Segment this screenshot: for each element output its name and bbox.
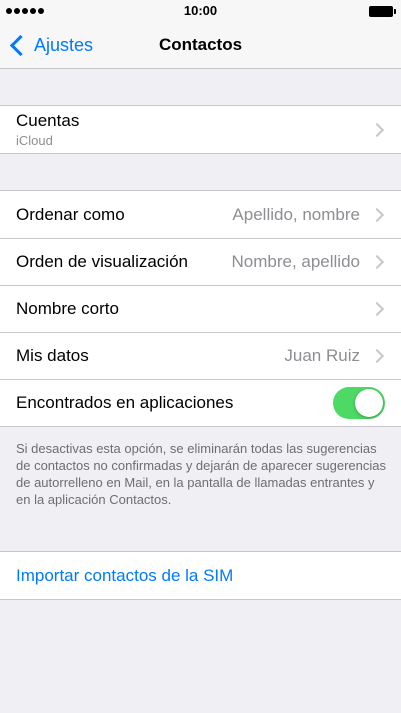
footer-note: Si desactivas esta opción, se eliminarán… [16, 441, 386, 507]
settings-group: Ordenar como Apellido, nombre Orden de v… [0, 190, 401, 427]
status-time: 10:00 [183, 3, 218, 18]
page-title: Contactos [158, 35, 243, 54]
sort-order-row[interactable]: Ordenar como Apellido, nombre [0, 191, 401, 238]
accounts-subtitle: iCloud [16, 133, 53, 148]
import-group: Importar contactos de la SIM [0, 551, 401, 600]
found-in-apps-label: Encontrados en aplicaciones [16, 392, 234, 412]
short-name-label: Nombre corto [16, 298, 119, 318]
display-order-row[interactable]: Orden de visualización Nombre, apellido [0, 238, 401, 285]
display-order-label: Orden de visualización [16, 251, 188, 271]
import-sim-contacts-button[interactable]: Importar contactos de la SIM [0, 552, 401, 599]
found-in-apps-row: Encontrados en aplicaciones [0, 379, 401, 426]
sort-order-label: Ordenar como [16, 204, 125, 224]
accounts-group: Cuentas iCloud [0, 105, 401, 154]
chevron-right-icon [369, 254, 385, 269]
accounts-label: Cuentas [16, 111, 80, 130]
accounts-row[interactable]: Cuentas iCloud [0, 106, 401, 153]
my-info-value: Juan Ruiz [284, 345, 360, 365]
battery-icon [369, 6, 396, 17]
display-order-value: Nombre, apellido [231, 251, 360, 271]
chevron-right-icon [369, 301, 385, 316]
navigation-bar: Ajustes Contactos [0, 22, 401, 69]
toggle-knob [355, 388, 383, 417]
my-info-row[interactable]: Mis datos Juan Ruiz [0, 332, 401, 379]
short-name-row[interactable]: Nombre corto [0, 285, 401, 332]
chevron-right-icon [369, 122, 385, 137]
status-bar: 10:00 [0, 0, 401, 22]
chevron-right-icon [369, 207, 385, 222]
sort-order-value: Apellido, nombre [232, 204, 360, 224]
import-sim-contacts-label: Importar contactos de la SIM [16, 565, 234, 585]
found-in-apps-toggle[interactable] [333, 386, 385, 419]
chevron-right-icon [369, 348, 385, 363]
my-info-label: Mis datos [16, 345, 89, 365]
